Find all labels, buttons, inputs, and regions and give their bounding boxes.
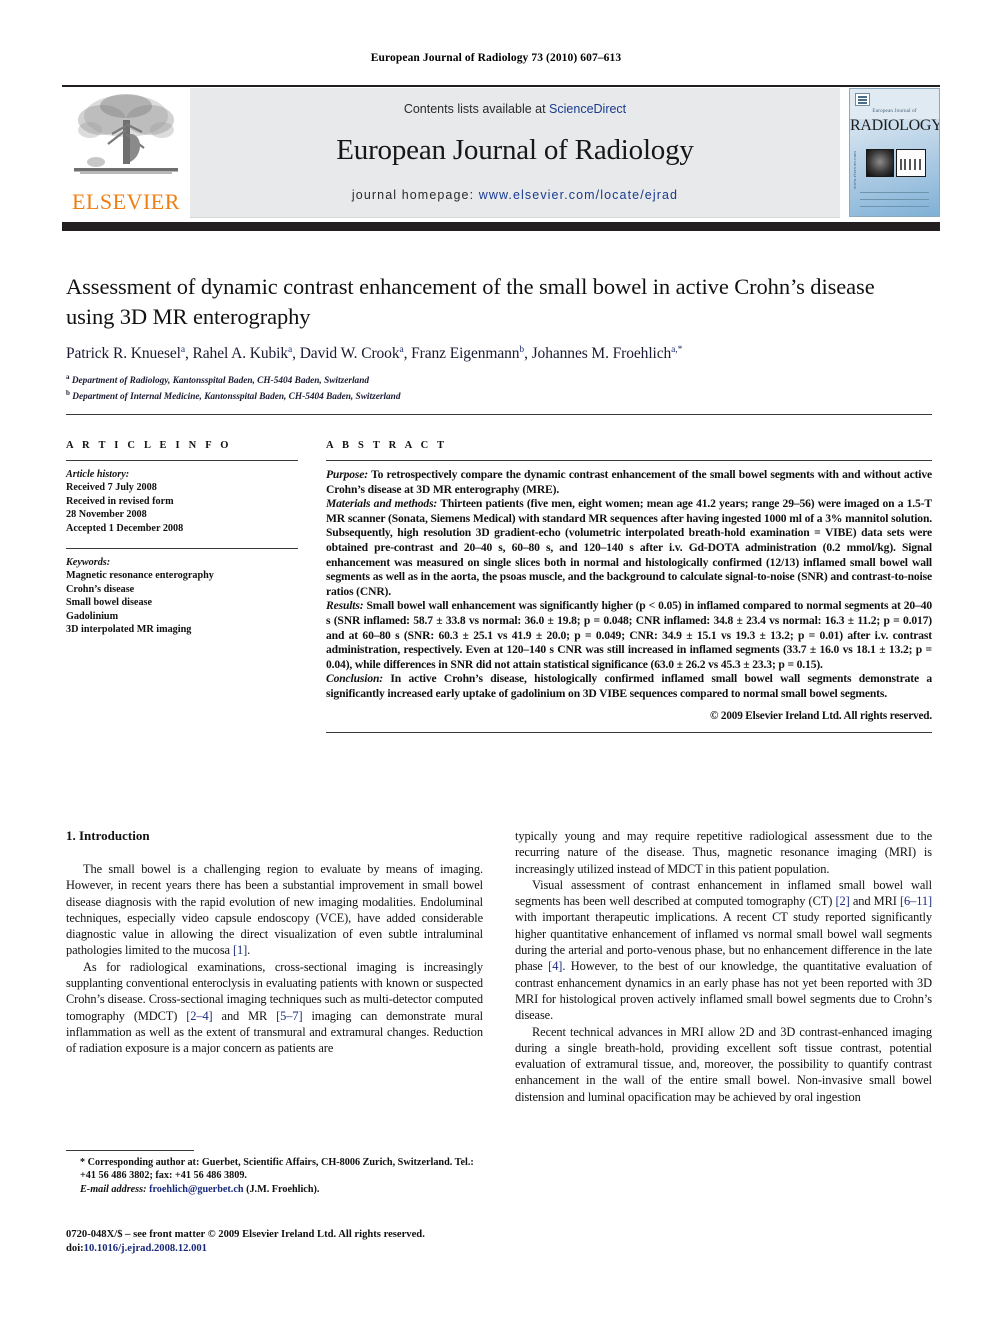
abstract-methods-label: Materials and methods: xyxy=(326,497,438,511)
email-label: E-mail address: xyxy=(80,1184,147,1196)
affiliation-item: a Department of Radiology, Kantonsspital… xyxy=(66,373,370,387)
abstract-conclusion: Conclusion: In active Crohn’s disease, h… xyxy=(326,672,932,701)
cover-subtitle: European Journal of xyxy=(872,109,917,114)
cover-side-text: www.elsevier.com xyxy=(852,151,857,189)
abstract-column: A B S T R A C T Purpose: To retrospectiv… xyxy=(326,440,932,734)
abstract-conclusion-label: Conclusion: xyxy=(326,672,383,686)
abstract-rule xyxy=(326,460,932,461)
body-paragraph: The small bowel is a challenging region … xyxy=(66,862,483,958)
abstract-purpose: Purpose: To retrospectively compare the … xyxy=(326,468,932,497)
page-title: Assessment of dynamic contrast enhanceme… xyxy=(66,274,875,329)
homepage-label: journal homepage: xyxy=(351,188,479,202)
cover-figure-row xyxy=(866,149,926,177)
abstract-heading: A B S T R A C T xyxy=(326,440,448,451)
journal-article-page: European Journal of Radiology 73 (2010) … xyxy=(0,0,992,1323)
article-info-column: A R T I C L E I N F O Article history: R… xyxy=(66,440,298,636)
article-info-heading: A R T I C L E I N F O xyxy=(66,440,232,451)
keyword-item: Crohn’s disease xyxy=(66,583,135,595)
keywords-rule xyxy=(66,548,298,550)
affiliation-rule xyxy=(66,414,932,415)
journal-masthead: ELSEVIER Contents lists available at Sci… xyxy=(62,85,940,218)
abstract-purpose-label: Purpose: xyxy=(326,468,368,481)
keyword-item: Gadolinium xyxy=(66,610,119,622)
email-link[interactable]: froehlich@guerbet.ch xyxy=(149,1184,243,1195)
body-paragraph: As for radiological examinations, cross-… xyxy=(66,959,483,1056)
running-head: European Journal of Radiology 73 (2010) … xyxy=(370,52,622,64)
abstract-results-text: Small bowel wall enhancement was signifi… xyxy=(326,599,932,671)
cover-title: RADIOLOGY xyxy=(850,117,940,134)
keyword-item: 3D interpolated MR imaging xyxy=(66,624,192,636)
issn-line: 0720-048X/$ – see front matter © 2009 El… xyxy=(66,1229,425,1240)
contents-label: Contents lists available at xyxy=(403,102,550,116)
history-item: Accepted 1 December 2008 xyxy=(66,522,184,534)
article-history-block: Article history: Received 7 July 2008 Re… xyxy=(66,468,298,535)
doi-label: doi: xyxy=(66,1242,84,1254)
issn-copyright-block: 0720-048X/$ – see front matter © 2009 El… xyxy=(66,1228,496,1255)
journal-title: European Journal of Radiology xyxy=(336,134,694,166)
elsevier-tree-icon xyxy=(74,94,178,174)
cover-chart-image xyxy=(896,149,926,177)
body-paragraph: Visual assessment of contrast enhancemen… xyxy=(515,877,932,1023)
sciencedirect-link[interactable]: ScienceDirect xyxy=(549,102,626,116)
keywords-block: Keywords: Magnetic resonance enterograph… xyxy=(66,556,298,636)
article-history-label: Article history: xyxy=(66,469,130,480)
abstract-methods: Materials and methods: Thirteen patients… xyxy=(326,497,932,599)
affiliation-list: a Department of Radiology, Kantonsspital… xyxy=(66,372,766,403)
cover-brain-image xyxy=(866,149,894,177)
footnote-block: * Corresponding author at: Guerbet, Scie… xyxy=(66,1156,486,1196)
journal-cover-thumbnail: European Journal of RADIOLOGY www.elsevi… xyxy=(849,88,940,217)
body-paragraph: typically young and may require repetiti… xyxy=(515,829,932,876)
section-heading-introduction: 1. Introduction xyxy=(66,828,150,843)
corresponding-author-note: * Corresponding author at: Guerbet, Scie… xyxy=(80,1157,474,1182)
doi-line: doi:10.1016/j.ejrad.2008.12.001 xyxy=(66,1242,496,1256)
abstract-purpose-text: To retrospectively compare the dynamic c… xyxy=(326,468,932,496)
body-column-left: 1. Introduction The small bowel is a cha… xyxy=(66,828,483,1057)
history-item: Received 7 July 2008 xyxy=(66,482,157,494)
body-column-right: typically young and may require repetiti… xyxy=(515,828,932,1105)
keyword-item: Magnetic resonance enterography xyxy=(66,570,214,582)
elsevier-wordmark: ELSEVIER xyxy=(72,189,180,214)
elsevier-logo: ELSEVIER xyxy=(62,88,190,217)
abstract-body: Purpose: To retrospectively compare the … xyxy=(326,468,932,723)
abstract-conclusion-text: In active Crohn’s disease, histologicall… xyxy=(326,672,932,700)
abstract-bottom-rule xyxy=(326,732,932,734)
keyword-item: Small bowel disease xyxy=(66,597,153,609)
history-item: Received in revised form xyxy=(66,495,174,507)
contents-available-line: Contents lists available at ScienceDirec… xyxy=(190,102,840,116)
email-note: E-mail address: froehlich@guerbet.ch (J.… xyxy=(80,1183,486,1196)
history-item: 28 November 2008 xyxy=(66,509,147,521)
journal-homepage-link[interactable]: www.elsevier.com/locate/ejrad xyxy=(479,188,678,202)
affiliation-item: b Department of Internal Medicine, Kanto… xyxy=(66,388,401,402)
elsevier-mark-icon xyxy=(855,93,870,106)
sciencedirect-band: Contents lists available at ScienceDirec… xyxy=(190,88,840,218)
abstract-results: Results: Small bowel wall enhancement wa… xyxy=(326,599,932,672)
footnote-rule xyxy=(66,1150,194,1151)
keywords-label: Keywords: xyxy=(66,557,111,569)
body-paragraph: Recent technical advances in MRI allow 2… xyxy=(515,1024,932,1104)
journal-homepage-line: journal homepage: www.elsevier.com/locat… xyxy=(190,188,840,202)
abstract-results-label: Results: xyxy=(326,599,364,613)
abstract-copyright: © 2009 Elsevier Ireland Ltd. All rights … xyxy=(710,709,932,722)
article-info-rule xyxy=(66,460,298,461)
author-list: Patrick R. Knuesela, Rahel A. Kubika, Da… xyxy=(66,345,683,363)
cover-placeholder-lines xyxy=(860,192,929,208)
masthead-top-rule xyxy=(62,85,940,87)
email-owner: (J.M. Froehlich). xyxy=(243,1184,320,1196)
doi-link[interactable]: 10.1016/j.ejrad.2008.12.001 xyxy=(84,1243,207,1254)
abstract-methods-text: Thirteen patients (five men, eight women… xyxy=(326,497,932,598)
masthead-thick-bar xyxy=(62,222,940,231)
